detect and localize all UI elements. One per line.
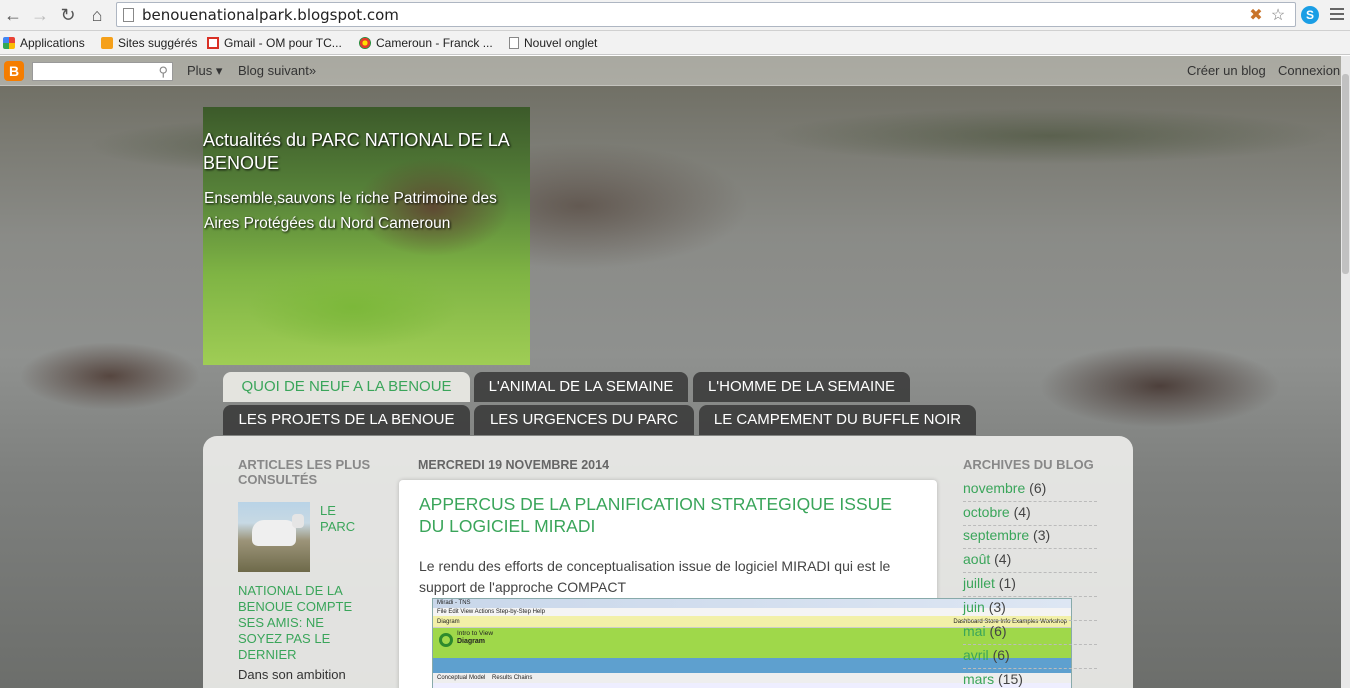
- bookmark-cameroun[interactable]: Cameroun - Franck ...: [359, 35, 493, 51]
- login-link[interactable]: Connexion: [1278, 63, 1340, 78]
- popular-post-thumbnail[interactable]: [238, 502, 310, 572]
- miradi-intro-label: Intro to View: [457, 630, 494, 637]
- blogger-navbar: B ⚲ Plus ▾ Blog suivant» Créer un blog C…: [0, 56, 1341, 86]
- apps-grid-icon: [3, 37, 15, 49]
- archive-item[interactable]: mai (6): [963, 621, 1097, 645]
- miradi-diagram-icon: [439, 633, 453, 647]
- home-icon[interactable]: ⌂: [86, 4, 108, 26]
- popular-post-link-part2[interactable]: PARC: [320, 519, 355, 535]
- back-arrow-icon[interactable]: ←: [2, 4, 24, 26]
- tab-campement-buffle-noir[interactable]: LE CAMPEMENT DU BUFFLE NOIR: [699, 405, 976, 435]
- post-date: MERCREDI 19 NOVEMBRE 2014: [418, 458, 610, 472]
- browser-toolbar: ← → ↻ ⌂ benouenationalpark.blogspot.com …: [0, 0, 1350, 31]
- popular-post-link-part1[interactable]: LE: [320, 503, 336, 519]
- blog-search-input[interactable]: ⚲: [32, 62, 173, 81]
- archive-item[interactable]: mars (15): [963, 669, 1097, 688]
- bookmark-suggested-sites[interactable]: Sites suggérés: [101, 35, 197, 51]
- bookmark-gmail[interactable]: Gmail - OM pour TC...: [207, 35, 342, 51]
- archive-item[interactable]: octobre (4): [963, 502, 1097, 526]
- archive-item[interactable]: septembre (3): [963, 525, 1097, 549]
- bookmark-new-tab[interactable]: Nouvel onglet: [509, 35, 597, 51]
- archive-item[interactable]: juillet (1): [963, 573, 1097, 597]
- tab-urgences-du-parc[interactable]: LES URGENCES DU PARC: [474, 405, 694, 435]
- next-blog-link[interactable]: Blog suivant»: [238, 63, 316, 78]
- popular-post-snippet: Dans son ambition: [238, 667, 346, 682]
- miradi-intro-title: Diagram: [457, 638, 486, 645]
- blog-page: B ⚲ Plus ▾ Blog suivant» Créer un blog C…: [0, 56, 1341, 688]
- skype-extension-icon[interactable]: S: [1301, 6, 1319, 24]
- bookmark-applications[interactable]: Applications: [3, 35, 85, 51]
- address-bar[interactable]: benouenationalpark.blogspot.com ✖ ☆: [116, 2, 1296, 27]
- archive-item[interactable]: août (4): [963, 549, 1097, 573]
- post-body: Le rendu des efforts de conceptualisatio…: [419, 558, 891, 595]
- search-icon[interactable]: ⚲: [158, 64, 168, 80]
- archive-heading: ARCHIVES DU BLOG: [963, 457, 1094, 472]
- suggested-sites-icon: [101, 37, 113, 49]
- archive-item[interactable]: novembre (6): [963, 478, 1097, 502]
- bookmark-star-icon[interactable]: ☆: [1269, 7, 1287, 25]
- blogger-logo-icon[interactable]: B: [4, 61, 24, 81]
- page-scrollbar[interactable]: [1341, 56, 1350, 688]
- miradi-tab-conceptual: Conceptual Model: [437, 675, 486, 681]
- tab-animal-de-la-semaine[interactable]: L'ANIMAL DE LA SEMAINE: [474, 372, 688, 402]
- tab-projets-de-la-benoue[interactable]: LES PROJETS DE LA BENOUE: [223, 405, 470, 435]
- popular-post-link[interactable]: NATIONAL DE LA BENOUE COMPTE SES AMIS: N…: [238, 583, 368, 663]
- miradi-view-select: Diagram: [437, 619, 460, 625]
- cow-image: [252, 514, 304, 546]
- page-icon: [509, 37, 519, 49]
- popular-posts-heading: ARTICLES LES PLUS CONSULTÉS: [238, 457, 371, 487]
- scrollbar-thumb[interactable]: [1342, 74, 1349, 274]
- create-blog-link[interactable]: Créer un blog: [1187, 63, 1266, 78]
- gmail-icon: [207, 37, 219, 49]
- bookmarks-bar: Applications Sites suggérés Gmail - OM p…: [0, 31, 1350, 55]
- cameroun-flag-icon: [359, 37, 371, 49]
- blog-title[interactable]: Actualités du PARC NATIONAL DE LA BENOUE: [203, 129, 533, 175]
- post-title[interactable]: APPERCUS DE LA PLANIFICATION STRATEGIQUE…: [419, 493, 919, 537]
- page-icon: [123, 8, 134, 22]
- tab-quoi-de-neuf[interactable]: QUOI DE NEUF A LA BENOUE: [223, 372, 470, 402]
- forward-arrow-icon[interactable]: →: [29, 4, 51, 26]
- url-text[interactable]: benouenationalpark.blogspot.com: [142, 6, 399, 24]
- reload-icon[interactable]: ↻: [57, 4, 79, 26]
- miradi-tab-results: Results Chains: [492, 675, 533, 681]
- archive-item[interactable]: avril (6): [963, 645, 1097, 669]
- blog-description: Ensemble,sauvons le riche Patrimoine des…: [204, 190, 497, 232]
- more-menu[interactable]: Plus ▾: [187, 63, 222, 79]
- tab-homme-de-la-semaine[interactable]: L'HOMME DE LA SEMAINE: [693, 372, 910, 402]
- cookie-icon[interactable]: ✖: [1247, 7, 1265, 25]
- archive-item[interactable]: juin (3): [963, 597, 1097, 621]
- chrome-menu-icon[interactable]: [1330, 5, 1344, 23]
